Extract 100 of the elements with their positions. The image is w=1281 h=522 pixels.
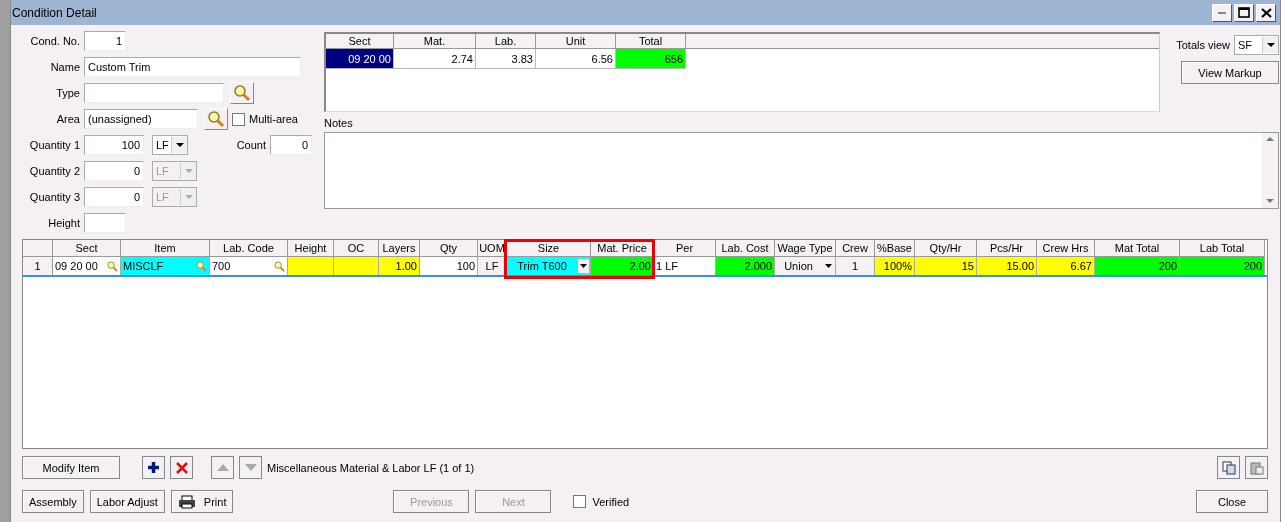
table-cell[interactable]: Trim T600 bbox=[507, 257, 591, 275]
maximize-button[interactable] bbox=[1234, 3, 1254, 22]
unit-dropdown[interactable]: LF bbox=[152, 135, 188, 155]
verified-checkbox[interactable] bbox=[573, 495, 587, 508]
field-label: Cond. No. bbox=[29, 35, 80, 47]
cell-text: 09 20 00 bbox=[55, 260, 98, 272]
column-header[interactable]: %Base bbox=[875, 240, 915, 257]
table-cell[interactable] bbox=[288, 257, 334, 275]
column-header[interactable]: Height bbox=[288, 240, 334, 257]
table-cell[interactable]: MISCLF bbox=[121, 257, 210, 275]
cell-text: 1 LF bbox=[656, 260, 678, 272]
close-dialog-button[interactable]: Close bbox=[1196, 490, 1268, 513]
modify-item-button[interactable]: Modify Item bbox=[22, 456, 120, 479]
table-cell[interactable]: 100% bbox=[875, 257, 915, 275]
plus-icon bbox=[147, 461, 160, 474]
printer-icon bbox=[177, 494, 196, 509]
column-header[interactable]: Mat Total bbox=[1095, 240, 1180, 257]
window-title: Condition Detail bbox=[12, 5, 97, 20]
scroll-up-icon[interactable] bbox=[1266, 137, 1274, 142]
minimize-button[interactable] bbox=[1212, 3, 1232, 22]
scrollbar[interactable] bbox=[1262, 133, 1278, 208]
row-number: 1 bbox=[23, 257, 53, 275]
action-button[interactable]: Labor Adjust bbox=[89, 490, 165, 513]
column-header[interactable]: Crew Hrs bbox=[1037, 240, 1095, 257]
scroll-down-icon[interactable] bbox=[1266, 199, 1274, 204]
name-field[interactable]: Custom Trim bbox=[84, 57, 301, 77]
column-header[interactable]: Total bbox=[616, 34, 686, 49]
column-header[interactable]: Lab Total bbox=[1180, 240, 1265, 257]
copy-button[interactable] bbox=[1217, 456, 1240, 479]
cell-text: 6.67 bbox=[1070, 260, 1092, 272]
grid-corner[interactable] bbox=[23, 240, 53, 257]
search-icon[interactable] bbox=[107, 260, 118, 272]
count-field[interactable]: 0 bbox=[270, 135, 312, 155]
table-cell[interactable]: 2.00 bbox=[591, 257, 654, 275]
totals-view-dropdown[interactable]: SF bbox=[1234, 35, 1279, 55]
height-field[interactable] bbox=[84, 213, 126, 233]
column-header[interactable]: Qty bbox=[420, 240, 478, 257]
column-header[interactable]: Wage Type bbox=[775, 240, 836, 257]
area-field[interactable]: (unassigned) bbox=[84, 109, 198, 129]
search-icon bbox=[233, 84, 251, 102]
column-header[interactable]: Mat. bbox=[394, 34, 476, 49]
table-cell[interactable]: 6.67 bbox=[1037, 257, 1095, 275]
table-cell[interactable] bbox=[334, 257, 379, 275]
search-icon bbox=[207, 110, 225, 128]
table-cell[interactable]: 1 bbox=[836, 257, 875, 275]
column-header[interactable]: Pcs/Hr bbox=[977, 240, 1037, 257]
column-header[interactable]: Sect bbox=[53, 240, 121, 257]
move-down-button[interactable] bbox=[239, 456, 262, 479]
table-cell[interactable]: 15.00 bbox=[977, 257, 1037, 275]
column-header[interactable]: Per bbox=[654, 240, 716, 257]
delete-button[interactable] bbox=[170, 456, 193, 479]
view-markup-button[interactable]: View Markup bbox=[1181, 61, 1279, 84]
cell-text: Union bbox=[783, 260, 814, 272]
column-header[interactable]: Lab. Cost bbox=[716, 240, 775, 257]
cond-no-field[interactable]: 1 bbox=[84, 31, 126, 51]
column-header[interactable]: Lab. Code bbox=[210, 240, 288, 257]
action-button[interactable]: Assembly bbox=[22, 490, 84, 513]
table-cell[interactable]: 200 bbox=[1095, 257, 1180, 275]
close-button[interactable] bbox=[1256, 3, 1276, 22]
column-header[interactable]: OC bbox=[334, 240, 379, 257]
quantity-field[interactable]: 100 bbox=[84, 135, 144, 155]
table-cell: 2.74 bbox=[394, 49, 476, 69]
caret-icon bbox=[184, 194, 193, 200]
close-icon bbox=[1260, 7, 1272, 18]
table-cell[interactable]: 200 bbox=[1180, 257, 1265, 275]
action-button[interactable]: Print bbox=[170, 490, 234, 513]
type-field[interactable] bbox=[84, 83, 224, 103]
table-cell[interactable]: 2.000 bbox=[716, 257, 775, 275]
column-header[interactable]: Lab. bbox=[476, 34, 536, 49]
item-description: Miscellaneous Material & Labor LF (1 of 1) bbox=[267, 461, 475, 474]
table-cell[interactable]: Union bbox=[775, 257, 836, 275]
column-header[interactable]: Qty/Hr bbox=[915, 240, 977, 257]
search-icon[interactable] bbox=[274, 260, 285, 272]
move-up-button[interactable] bbox=[211, 456, 234, 479]
table-cell[interactable]: 1.00 bbox=[379, 257, 420, 275]
field-label: Quantity 3 bbox=[28, 191, 80, 203]
multi-area-checkbox[interactable] bbox=[232, 112, 245, 126]
paste-button[interactable] bbox=[1245, 456, 1268, 479]
minimize-icon bbox=[1218, 11, 1226, 14]
column-header[interactable]: Unit bbox=[536, 34, 616, 49]
column-header[interactable]: Layers bbox=[379, 240, 420, 257]
search-button[interactable] bbox=[204, 108, 228, 130]
table-cell[interactable]: 700 bbox=[210, 257, 288, 275]
cell-text: LF bbox=[485, 260, 499, 272]
caret-icon bbox=[825, 264, 832, 268]
column-header[interactable]: Sect bbox=[326, 34, 394, 49]
field-label: Type bbox=[55, 87, 80, 99]
checkbox-label: Verified bbox=[592, 495, 630, 508]
search-button[interactable] bbox=[230, 82, 254, 104]
column-header[interactable]: Item bbox=[121, 240, 210, 257]
table-cell[interactable]: 09 20 00 bbox=[53, 257, 121, 275]
table-cell[interactable]: 15 bbox=[915, 257, 977, 275]
search-icon[interactable] bbox=[196, 260, 207, 272]
column-header[interactable]: Crew bbox=[836, 240, 875, 257]
notes-field[interactable] bbox=[324, 132, 1279, 209]
add-button[interactable] bbox=[142, 456, 165, 479]
cell-text: 100 bbox=[456, 260, 475, 272]
table-cell[interactable]: 1 LF bbox=[654, 257, 716, 275]
table-cell: 09 20 00 bbox=[326, 49, 394, 69]
dropdown-button[interactable] bbox=[578, 259, 589, 273]
